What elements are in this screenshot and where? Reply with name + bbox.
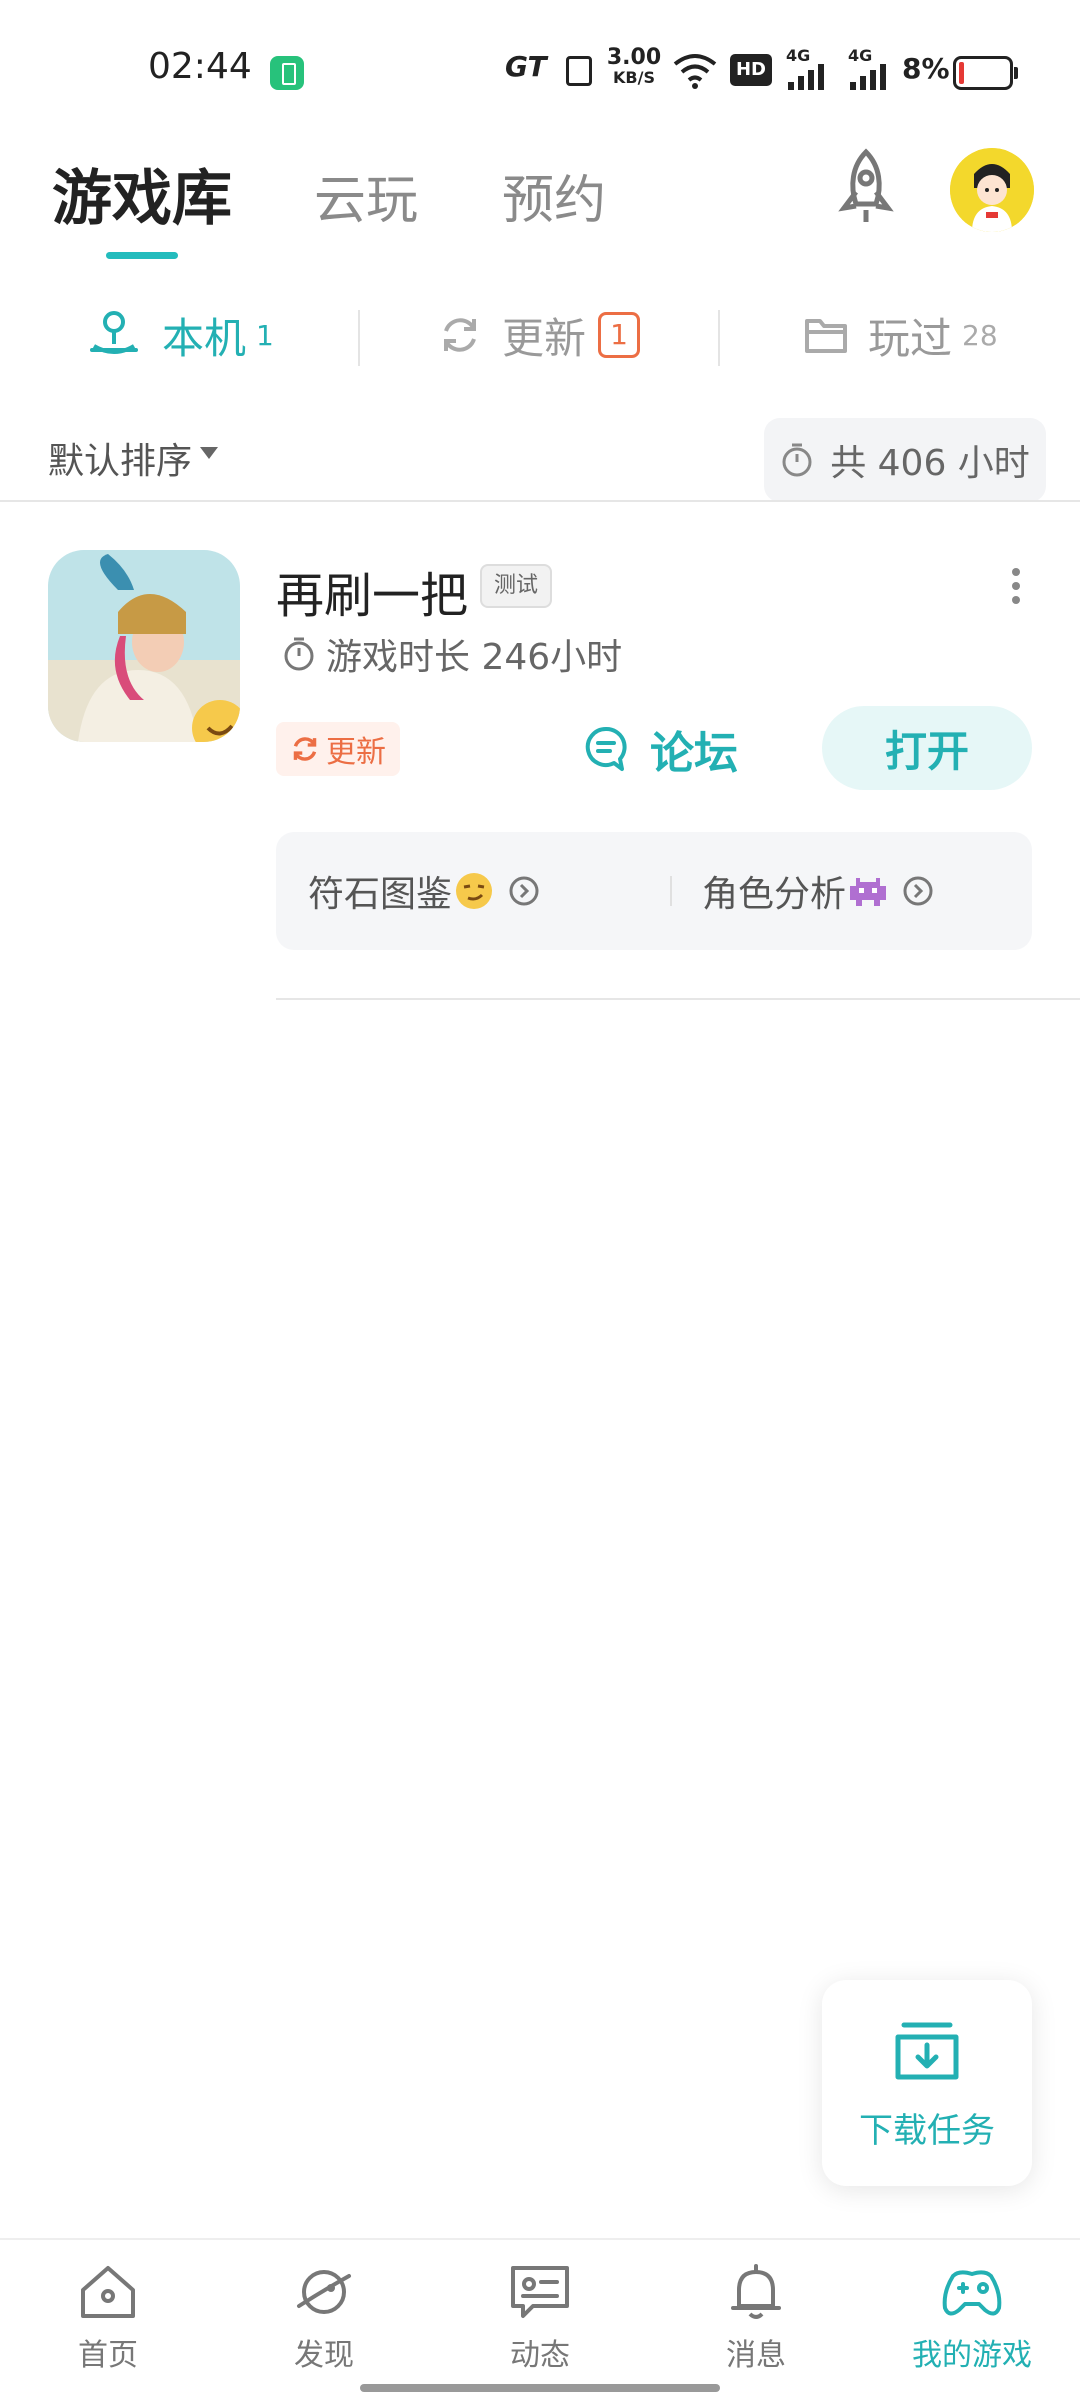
nav-messages-label: 消息 [726,2338,786,2373]
subtab-played[interactable]: 玩过 28 [804,300,998,370]
home-icon [81,2266,135,2318]
subtab-local-count: 1 [256,318,274,352]
subtab-update[interactable]: 更新 1 [438,300,641,370]
subtab-divider [718,310,720,366]
tab-cloud-play[interactable]: 云玩 [314,158,418,233]
rocket-icon[interactable] [830,148,902,228]
battery-saver-icon [270,56,304,90]
tab-game-library[interactable]: 游戏库 [52,150,232,237]
sort-dropdown[interactable]: 默认排序 [48,432,192,484]
gamepad-icon [942,2270,1002,2316]
divider [276,998,1080,1000]
tab-underline [106,252,178,259]
guide-divider [670,876,672,906]
subtab-local-label: 本机 [162,313,247,363]
guide-rune-atlas-label: 符石图鉴 [308,874,453,915]
joystick-icon [90,311,138,354]
bell-icon [731,2264,781,2319]
battery-percent: 8% [902,52,950,85]
nav-messages[interactable]: 消息 [696,2262,816,2374]
home-indicator[interactable] [360,2384,720,2392]
folder-icon [805,319,847,353]
caret-down-icon[interactable] [200,447,218,459]
status-time: 02:44 [148,46,252,87]
gt-mode-icon: GT [505,49,547,83]
subtab-update-label: 更新 [502,313,587,363]
forum-button[interactable]: 论坛 [584,718,738,780]
planet-icon [297,2270,351,2314]
nav-home[interactable]: 首页 [48,2262,168,2374]
game-play-time: 游戏时长 246小时 [282,628,622,680]
refresh-icon [444,318,476,352]
timer-icon [284,637,314,671]
battery-icon [953,56,1018,90]
refresh-icon [293,737,317,761]
download-icon [895,2022,959,2079]
alien-monster-icon [850,878,887,906]
download-task-button[interactable]: 下载任务 [822,1980,1032,2186]
divider [0,500,1080,502]
hd-icon: HD [730,54,772,86]
chevron-right-circle-icon [509,876,539,906]
subtab-update-count: 1 [598,312,641,358]
timer-icon [782,443,812,477]
network-speed: 3.00 KB/S [606,45,662,88]
subtab-played-count: 28 [962,318,998,352]
forum-label: 论坛 [650,728,738,779]
download-task-label: 下载任务 [859,2110,995,2151]
guide-character-analysis-label: 角色分析 [702,874,847,915]
game-update-button[interactable]: 更新 [276,722,400,776]
guide-rune-atlas[interactable]: 符石图鉴 [308,866,540,916]
signal-icon-1: 4G [786,48,830,94]
tab-reservation[interactable]: 预约 [502,158,606,233]
chevron-right-circle-icon [903,876,933,906]
game-title[interactable]: 再刷一把 [276,556,468,626]
nav-discover-label: 发现 [294,2338,354,2373]
game-icon[interactable] [48,550,240,742]
more-options-icon[interactable] [1012,568,1020,610]
nav-home-label: 首页 [78,2338,138,2373]
avatar[interactable] [950,148,1034,232]
subtab-divider [358,310,360,366]
game-play-time-label: 游戏时长 246小时 [326,637,623,678]
nav-my-games-label: 我的游戏 [912,2338,1032,2373]
smirk-emoji-icon [456,873,493,909]
forum-icon [585,726,627,771]
test-tag: 测试 [480,564,553,608]
subtab-local[interactable]: 本机 1 [86,300,274,370]
total-play-time-label: 共 406 小时 [830,443,1030,484]
game-update-label: 更新 [326,735,386,770]
open-button[interactable]: 打开 [822,706,1032,790]
wifi-icon [673,54,717,89]
signal-icon-2: 4G [848,48,892,94]
vibrate-icon [566,56,592,86]
nav-feed[interactable]: 动态 [480,2262,600,2374]
message-icon [511,2266,569,2318]
total-play-time: 共 406 小时 [764,418,1046,502]
guide-character-analysis[interactable]: 角色分析 [702,866,934,916]
nav-feed-label: 动态 [510,2338,570,2373]
nav-my-games[interactable]: 我的游戏 [902,2262,1042,2374]
nav-discover[interactable]: 发现 [264,2262,384,2374]
subtab-played-label: 玩过 [868,313,953,363]
